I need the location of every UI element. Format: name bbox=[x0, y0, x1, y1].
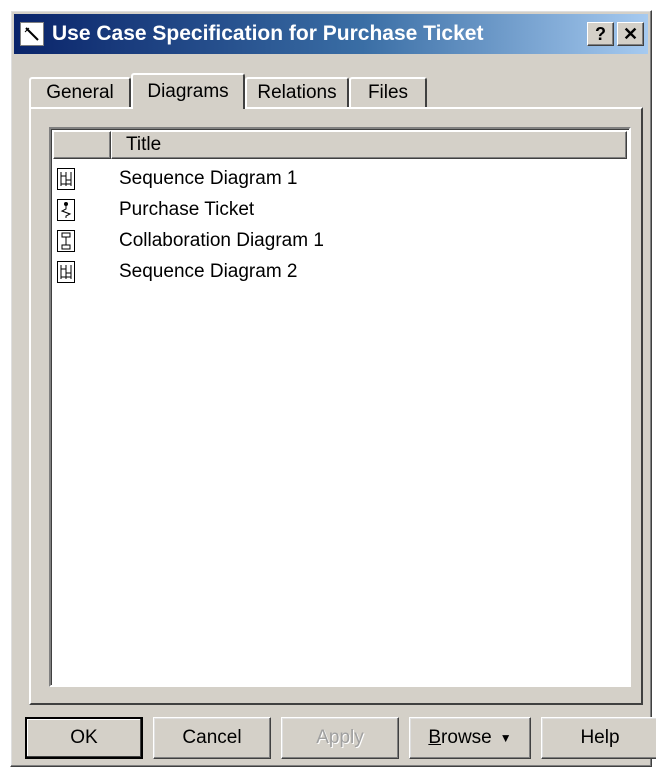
tab-general[interactable]: General bbox=[29, 77, 131, 107]
dropdown-arrow-icon: ▼ bbox=[499, 731, 512, 745]
tab-files[interactable]: Files bbox=[349, 77, 427, 107]
list-body: Sequence Diagram 1 Purchase Ticket Colla… bbox=[53, 163, 627, 287]
tab-relations[interactable]: Relations bbox=[245, 77, 349, 107]
sequence-diagram-icon bbox=[57, 167, 75, 190]
apply-button[interactable]: Apply bbox=[281, 717, 399, 759]
browse-button[interactable]: Browse ▼ bbox=[409, 717, 531, 759]
browse-label: rowse bbox=[441, 727, 492, 748]
list-item-label: Sequence Diagram 1 bbox=[119, 167, 298, 189]
help-title-button[interactable]: ? bbox=[587, 22, 614, 46]
list-header: Title bbox=[53, 131, 627, 159]
sequence-diagram-icon bbox=[57, 260, 75, 283]
browse-mnemonic: B bbox=[428, 727, 442, 748]
wand-icon bbox=[20, 22, 44, 46]
title-bar[interactable]: Use Case Specification for Purchase Tick… bbox=[14, 14, 648, 54]
help-button[interactable]: Help bbox=[541, 717, 656, 759]
tab-diagrams[interactable]: Diagrams bbox=[131, 73, 245, 109]
diagrams-tab-panel: Title Sequence Diagram 1 Purchase Ticket… bbox=[29, 107, 643, 705]
list-item-label: Collaboration Diagram 1 bbox=[119, 229, 324, 251]
cancel-button[interactable]: Cancel bbox=[153, 717, 271, 759]
use-case-spec-dialog: Use Case Specification for Purchase Tick… bbox=[10, 10, 656, 767]
title-column-header[interactable]: Title bbox=[111, 131, 627, 159]
list-item[interactable]: Sequence Diagram 2 bbox=[53, 256, 627, 287]
collaboration-diagram-icon bbox=[57, 229, 75, 252]
list-item[interactable]: Purchase Ticket bbox=[53, 194, 627, 225]
window-title: Use Case Specification for Purchase Tick… bbox=[52, 22, 484, 45]
list-item-label: Purchase Ticket bbox=[119, 198, 255, 220]
list-item-label: Sequence Diagram 2 bbox=[119, 260, 298, 282]
activity-diagram-icon bbox=[57, 198, 75, 221]
close-button[interactable]: ✕ bbox=[617, 22, 644, 46]
list-item[interactable]: Collaboration Diagram 1 bbox=[53, 225, 627, 256]
list-item[interactable]: Sequence Diagram 1 bbox=[53, 163, 627, 194]
ok-button[interactable]: OK bbox=[25, 717, 143, 759]
icon-column-header[interactable] bbox=[53, 131, 111, 159]
diagrams-list[interactable]: Title Sequence Diagram 1 Purchase Ticket… bbox=[49, 127, 631, 687]
